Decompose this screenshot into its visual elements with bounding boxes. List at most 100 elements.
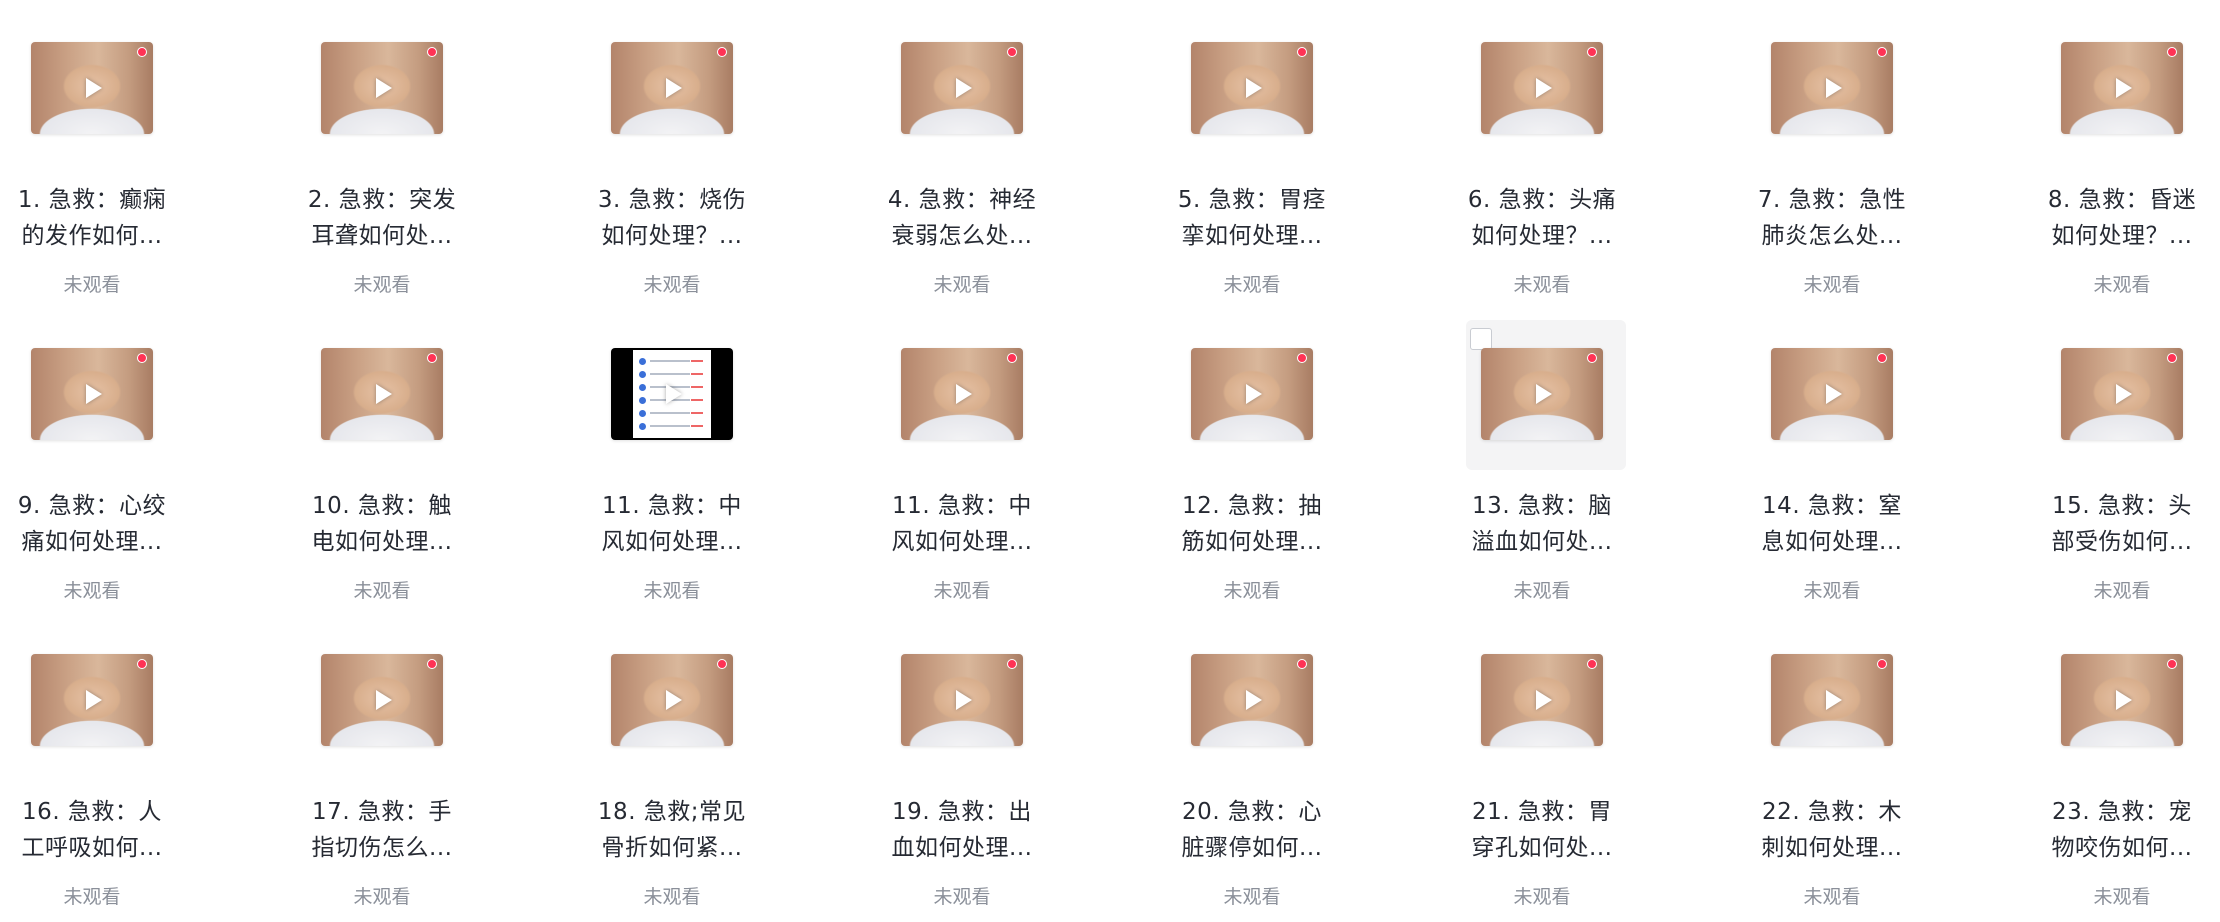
video-thumbnail[interactable] xyxy=(1481,42,1603,134)
video-thumbnail[interactable] xyxy=(901,654,1023,746)
video-title[interactable]: 18. 急救;常见 骨折如何紧... xyxy=(580,794,764,866)
video-title[interactable]: 9. 急救：心绞 痛如何处理... xyxy=(0,488,184,560)
play-icon[interactable] xyxy=(956,384,972,404)
play-icon[interactable] xyxy=(1826,78,1842,98)
play-icon[interactable] xyxy=(1826,690,1842,710)
video-thumbnail[interactable] xyxy=(1771,42,1893,134)
video-thumbnail[interactable] xyxy=(31,42,153,134)
video-card[interactable]: 2. 急救：突发 耳聋如何处... 未观看 xyxy=(290,0,480,306)
video-title[interactable]: 16. 急救：人 工呼吸如何... xyxy=(0,794,184,866)
video-card[interactable]: 7. 急救：急性 肺炎怎么处... 未观看 xyxy=(1740,0,1930,306)
video-card[interactable]: 10. 急救：触 电如何处理... 未观看 xyxy=(290,306,480,612)
video-card[interactable]: 22. 急救：木 刺如何处理... 未观看 xyxy=(1740,612,1930,918)
play-icon[interactable] xyxy=(1246,384,1262,404)
play-icon[interactable] xyxy=(86,690,102,710)
video-card[interactable]: 16. 急救：人 工呼吸如何... 未观看 xyxy=(0,612,190,918)
video-card[interactable]: 8. 急救：昏迷 如何处理？... 未观看 xyxy=(2030,0,2220,306)
video-title[interactable]: 10. 急救：触 电如何处理... xyxy=(290,488,474,560)
video-card[interactable]: 13. 急救：脑 溢血如何处... 未观看 xyxy=(1450,306,1640,612)
play-icon[interactable] xyxy=(666,690,682,710)
play-icon[interactable] xyxy=(666,384,682,404)
video-thumbnail[interactable] xyxy=(1481,654,1603,746)
video-title[interactable]: 5. 急救：胃痉 挛如何处理... xyxy=(1160,182,1344,254)
play-icon[interactable] xyxy=(86,78,102,98)
select-checkbox-icon[interactable] xyxy=(1470,328,1492,350)
play-icon[interactable] xyxy=(2116,384,2132,404)
video-title[interactable]: 11. 急救：中 风如何处理... xyxy=(870,488,1054,560)
play-icon[interactable] xyxy=(1826,384,1842,404)
video-title[interactable]: 4. 急救：神经 衰弱怎么处... xyxy=(870,182,1054,254)
play-icon[interactable] xyxy=(376,78,392,98)
play-icon[interactable] xyxy=(376,384,392,404)
video-card[interactable]: 20. 急救：心 脏骤停如何... 未观看 xyxy=(1160,612,1350,918)
video-title[interactable]: 8. 急救：昏迷 如何处理？... xyxy=(2030,182,2214,254)
video-card[interactable]: 6. 急救：头痛 如何处理？... 未观看 xyxy=(1450,0,1640,306)
play-icon[interactable] xyxy=(1536,78,1552,98)
video-title[interactable]: 1. 急救：癫痫 的发作如何... xyxy=(0,182,184,254)
video-thumbnail[interactable] xyxy=(2061,654,2183,746)
video-title[interactable]: 12. 急救：抽 筋如何处理... xyxy=(1160,488,1344,560)
video-title[interactable]: 13. 急救：脑 溢血如何处... xyxy=(1450,488,1634,560)
video-title[interactable]: 21. 急救：胃 穿孔如何处... xyxy=(1450,794,1634,866)
video-thumbnail[interactable] xyxy=(1481,348,1603,440)
play-icon[interactable] xyxy=(376,690,392,710)
video-thumbnail[interactable] xyxy=(611,654,733,746)
video-thumbnail[interactable] xyxy=(321,654,443,746)
video-card[interactable]: 18. 急救;常见 骨折如何紧... 未观看 xyxy=(580,612,770,918)
video-thumbnail[interactable] xyxy=(2061,42,2183,134)
video-thumbnail[interactable] xyxy=(321,42,443,134)
video-title[interactable]: 23. 急救：宠 物咬伤如何... xyxy=(2030,794,2214,866)
video-title[interactable]: 15. 急救：头 部受伤如何... xyxy=(2030,488,2214,560)
video-thumbnail[interactable] xyxy=(611,42,733,134)
play-icon[interactable] xyxy=(1246,690,1262,710)
video-thumbnail[interactable] xyxy=(611,348,733,440)
video-title[interactable]: 17. 急救：手 指切伤怎么... xyxy=(290,794,474,866)
play-icon[interactable] xyxy=(2116,690,2132,710)
video-title[interactable]: 20. 急救：心 脏骤停如何... xyxy=(1160,794,1344,866)
play-icon[interactable] xyxy=(1246,78,1262,98)
video-thumbnail[interactable] xyxy=(2061,348,2183,440)
preview-avatar-icon xyxy=(639,410,646,417)
play-icon[interactable] xyxy=(956,690,972,710)
video-thumbnail[interactable] xyxy=(1191,42,1313,134)
video-title[interactable]: 7. 急救：急性 肺炎怎么处... xyxy=(1740,182,1924,254)
video-card[interactable]: 15. 急救：头 部受伤如何... 未观看 xyxy=(2030,306,2220,612)
video-title[interactable]: 22. 急救：木 刺如何处理... xyxy=(1740,794,1924,866)
video-card[interactable]: 1. 急救：癫痫 的发作如何... 未观看 xyxy=(0,0,190,306)
video-card[interactable]: 14. 急救：窒 息如何处理... 未观看 xyxy=(1740,306,1930,612)
video-title[interactable]: 19. 急救：出 血如何处理... xyxy=(870,794,1054,866)
video-title[interactable]: 3. 急救：烧伤 如何处理？... xyxy=(580,182,764,254)
video-card[interactable]: 17. 急救：手 指切伤怎么... 未观看 xyxy=(290,612,480,918)
play-icon[interactable] xyxy=(956,78,972,98)
video-title-line-1: 11. 急救：中 xyxy=(892,493,1032,519)
video-title[interactable]: 6. 急救：头痛 如何处理？... xyxy=(1450,182,1634,254)
video-card[interactable]: 4. 急救：神经 衰弱怎么处... 未观看 xyxy=(870,0,1060,306)
video-thumbnail[interactable] xyxy=(31,654,153,746)
video-card[interactable]: 9. 急救：心绞 痛如何处理... 未观看 xyxy=(0,306,190,612)
video-thumbnail[interactable] xyxy=(1191,654,1313,746)
video-title[interactable]: 14. 急救：窒 息如何处理... xyxy=(1740,488,1924,560)
play-icon[interactable] xyxy=(2116,78,2132,98)
video-card[interactable]: 21. 急救：胃 穿孔如何处... 未观看 xyxy=(1450,612,1640,918)
video-card[interactable]: 11. 急救：中 风如何处理... 未观看 xyxy=(580,306,770,612)
video-thumbnail[interactable] xyxy=(901,42,1023,134)
video-card[interactable]: 5. 急救：胃痉 挛如何处理... 未观看 xyxy=(1160,0,1350,306)
video-thumbnail[interactable] xyxy=(1191,348,1313,440)
play-icon[interactable] xyxy=(86,384,102,404)
video-card[interactable]: 19. 急救：出 血如何处理... 未观看 xyxy=(870,612,1060,918)
video-title[interactable]: 2. 急救：突发 耳聋如何处... xyxy=(290,182,474,254)
play-icon[interactable] xyxy=(1536,690,1552,710)
video-card[interactable]: 3. 急救：烧伤 如何处理？... 未观看 xyxy=(580,0,770,306)
video-title[interactable]: 11. 急救：中 风如何处理... xyxy=(580,488,764,560)
video-card[interactable]: 23. 急救：宠 物咬伤如何... 未观看 xyxy=(2030,612,2220,918)
video-card[interactable]: 11. 急救：中 风如何处理... 未观看 xyxy=(870,306,1060,612)
video-card[interactable]: 12. 急救：抽 筋如何处理... 未观看 xyxy=(1160,306,1350,612)
video-thumbnail[interactable] xyxy=(1771,348,1893,440)
video-thumbnail[interactable] xyxy=(901,348,1023,440)
play-icon[interactable] xyxy=(666,78,682,98)
play-icon[interactable] xyxy=(1536,384,1552,404)
video-title-line-2: 衰弱怎么处... xyxy=(891,223,1033,249)
video-thumbnail[interactable] xyxy=(1771,654,1893,746)
video-thumbnail[interactable] xyxy=(321,348,443,440)
video-thumbnail[interactable] xyxy=(31,348,153,440)
